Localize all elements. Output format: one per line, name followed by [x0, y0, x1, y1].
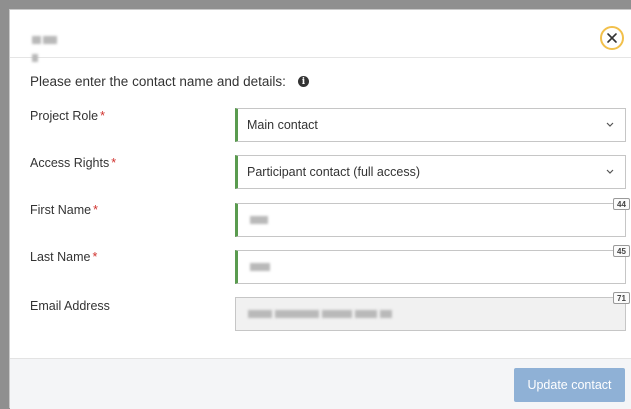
chevron-down-icon [606, 169, 614, 174]
access-rights-label: Access Rights * [30, 156, 117, 170]
last-name-char-counter: 45 [613, 245, 630, 257]
project-role-select[interactable]: Main contact [235, 108, 626, 142]
required-marker: * [111, 156, 117, 170]
close-icon [607, 33, 617, 43]
email-char-counter: 71 [613, 292, 630, 304]
info-icon[interactable]: i [297, 76, 309, 87]
chevron-down-icon [606, 122, 614, 127]
first-name-label: First Name * [30, 203, 98, 217]
email-address-label: Email Address [30, 299, 110, 313]
last-name-input[interactable] [235, 250, 626, 284]
dialog-footer: Update contact [10, 358, 631, 409]
dialog-header [10, 10, 631, 62]
last-name-redacted-value [250, 258, 273, 276]
required-marker: * [100, 109, 105, 123]
project-role-label: Project Role * [30, 109, 105, 123]
close-button[interactable] [600, 26, 624, 50]
dialog-title-redacted [32, 31, 66, 62]
edit-contact-dialog: Please enter the contact name and detail… [9, 9, 631, 409]
first-name-char-counter: 44 [613, 198, 630, 210]
required-marker: * [93, 203, 98, 217]
last-name-label: Last Name * [30, 250, 98, 264]
required-marker: * [92, 250, 98, 264]
email-address-input [235, 297, 626, 331]
email-redacted-value [248, 305, 395, 323]
project-role-value: Main contact [247, 118, 318, 132]
intro-line: Please enter the contact name and detail… [30, 74, 309, 89]
update-contact-button[interactable]: Update contact [514, 368, 625, 402]
access-rights-select[interactable]: Participant contact (full access) [235, 155, 626, 189]
intro-text: Please enter the contact name and detail… [30, 74, 286, 89]
first-name-redacted-value [250, 211, 271, 229]
first-name-input[interactable] [235, 203, 626, 237]
access-rights-value: Participant contact (full access) [247, 165, 420, 179]
